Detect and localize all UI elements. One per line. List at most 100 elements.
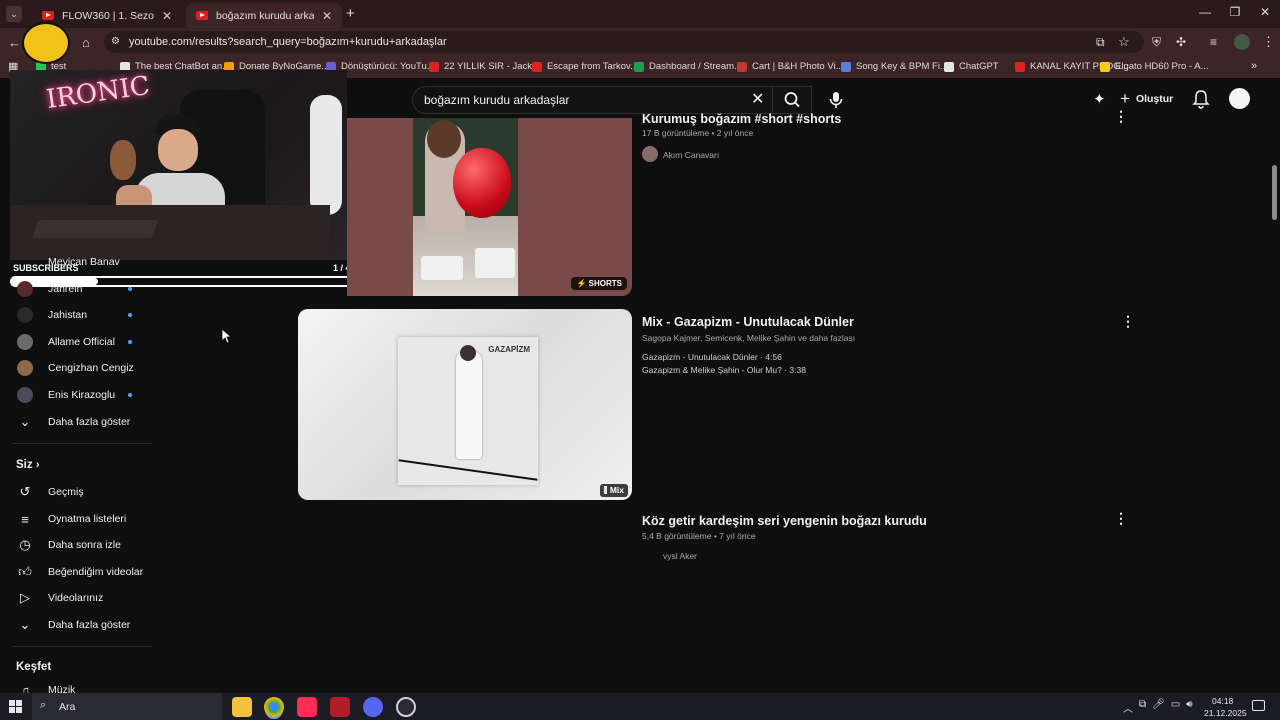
bookmark-item[interactable]: Song Key & BPM Fi... (841, 61, 948, 72)
home-button[interactable]: ⌂ (82, 35, 90, 50)
webcam-overlay: IRONIC (10, 70, 347, 260)
tray-overflow-icon[interactable]: ︿ (1123, 700, 1133, 715)
mix-badge: ⫼ Mix (599, 484, 628, 497)
clock-time[interactable]: 04:18 (1212, 696, 1233, 706)
mix-track-1[interactable]: Gazapizm - Unutulacak Dünler · 4:56 (642, 352, 782, 362)
sidebar-sub-cengizhan[interactable]: Cengizhan Cengiz (0, 355, 150, 381)
sidebar-item-label: Jahrein (48, 283, 83, 295)
more-actions-icon[interactable]: ⋮ (1121, 313, 1135, 330)
media-control-icon[interactable]: ≡ (1210, 35, 1217, 49)
bookmark-item[interactable]: Escape from Tarkov... (532, 61, 638, 72)
new-tab-button[interactable]: + (346, 5, 355, 22)
bookmark-label: ChatGPT (959, 61, 999, 72)
video-thumbnail-shorts[interactable]: ⚡ SHORTS (347, 118, 632, 296)
tab-search-button[interactable]: ⌄ (6, 6, 22, 22)
extensions-icon[interactable]: ✣ (1176, 35, 1186, 49)
sidebar-divider (12, 646, 152, 647)
page-scrollbar-thumb[interactable] (1272, 165, 1277, 220)
sidebar-item-label: Geçmiş (48, 486, 84, 498)
sidebar-sub-jahistan[interactable]: Jahistan (0, 302, 150, 328)
bookmark-label: Song Key & BPM Fi... (856, 61, 948, 72)
bookmark-label: Dönüştürücü: YouTu... (341, 61, 435, 72)
channel-avatar (17, 334, 33, 350)
sidebar-show-more-you[interactable]: ⌄ Daha fazla göster (0, 612, 150, 638)
restore-button[interactable]: ❐ (1220, 5, 1250, 19)
voicemeeter-icon[interactable] (330, 697, 350, 717)
sidebar-item-history[interactable]: ↺ Geçmiş (0, 479, 150, 505)
explore-section-title: Keşfet (16, 661, 52, 673)
sidebar-sub-allame[interactable]: Allame Official (0, 329, 150, 355)
channel-avatar (17, 360, 33, 376)
channel-avatar (17, 281, 33, 297)
album-cover-text: GAZAPİZM (488, 345, 530, 354)
tab-youtube-search[interactable]: boğazım kurudu arkadaşlar - YouTube ✕ (186, 3, 342, 28)
sidebar-item-liked[interactable]: 👍︎ Beğendiğim videolar (0, 559, 150, 585)
sidebar-item-your-videos[interactable]: ▷ Videolarınız (0, 585, 150, 611)
more-actions-icon[interactable]: ⋮ (1114, 108, 1128, 125)
diagonal-line (398, 459, 538, 481)
sidebar-item-watch-later[interactable]: ◷ Daha sonra izle (0, 532, 150, 558)
channel-name[interactable]: vysl Aker (663, 551, 697, 561)
obs-icon[interactable] (396, 697, 416, 717)
tray-icons[interactable]: ⧉🎤︎▭🔊︎ (1139, 699, 1199, 710)
clock-date[interactable]: 21.12.2025 (1204, 708, 1247, 718)
video-title-koz[interactable]: Köz getir kardeşim seri yengenin boğazı … (642, 514, 927, 528)
you-section-label: Siz (16, 459, 33, 471)
channel-avatar[interactable] (642, 146, 658, 162)
sidebar-sub-meyican[interactable]: Meyican Banav (0, 249, 150, 275)
clear-search-icon[interactable]: ✕ (751, 89, 764, 109)
bookmark-star-icon[interactable]: ☆ (1118, 34, 1130, 50)
windows-icon (9, 700, 22, 713)
sidebar-sub-jahrein[interactable]: Jahrein (0, 276, 150, 302)
sidebar-item-label: Jahistan (48, 309, 88, 321)
gemini-icon[interactable]: ✦ (1093, 90, 1106, 108)
bookmark-label: Dashboard / Stream... (649, 61, 742, 72)
voice-search-button[interactable] (826, 88, 846, 112)
chrome-menu-icon[interactable]: ⋮ (1262, 34, 1275, 50)
sidebar-item-label: Meyican Banav (48, 256, 120, 268)
you-section-title[interactable]: Siz › (16, 459, 40, 471)
site-info-icon[interactable]: ⚙ (111, 36, 120, 47)
shorts-badge: ⚡ SHORTS (571, 277, 627, 290)
video-title-shorts[interactable]: Kurumuş boğazım #short #shorts (642, 112, 841, 126)
bookmark-item[interactable]: Cart | B&H Photo Vi... (737, 61, 844, 72)
close-tab-icon[interactable]: ✕ (162, 9, 172, 23)
profile-avatar[interactable] (1234, 34, 1250, 50)
itunes-icon[interactable] (297, 697, 317, 717)
bookmark-item[interactable]: Dashboard / Stream... (634, 61, 742, 72)
video-thumbnail-mix[interactable]: GAZAPİZM ⫼ Mix (298, 309, 632, 500)
discord-icon[interactable] (363, 697, 383, 717)
notification-center-icon[interactable] (1252, 700, 1265, 711)
sidebar-sub-enis[interactable]: Enis Kirazoglu (0, 382, 150, 408)
channel-avatar (17, 387, 33, 403)
sidebar-item-playlists[interactable]: ≡ Oynatma listeleri (0, 506, 150, 532)
more-bookmarks-icon[interactable]: » (1251, 60, 1257, 72)
channel-name[interactable]: Akım Canavarı (663, 150, 719, 160)
bookmark-item[interactable]: Elgato HD60 Pro - A... (1100, 61, 1208, 72)
account-avatar[interactable] (1229, 88, 1250, 109)
video-title-mix[interactable]: Mix - Gazapizm - Unutulacak Dünler (642, 315, 854, 329)
create-button[interactable]: + Oluştur (1120, 88, 1173, 110)
notifications-button[interactable] (1192, 89, 1210, 114)
close-tab-icon[interactable]: ✕ (322, 9, 332, 23)
sidebar-show-more-subs[interactable]: ⌄ Daha fazla göster (0, 409, 150, 435)
back-button[interactable]: ← (8, 35, 21, 50)
chrome-icon[interactable] (264, 697, 284, 717)
microphone-icon (829, 92, 843, 108)
file-explorer-icon[interactable] (232, 697, 252, 717)
shield-icon[interactable]: ⛨ (1152, 35, 1161, 50)
sidebar-item-label: Videolarınız (48, 592, 104, 604)
install-app-icon[interactable]: ⧉ (1096, 35, 1105, 50)
sidebar-item-label: Daha fazla göster (48, 416, 131, 428)
search-button[interactable] (772, 86, 812, 114)
bookmark-item[interactable]: ChatGPT (944, 61, 999, 72)
search-icon: ⌕ (40, 699, 47, 711)
bookmark-item[interactable]: 22 YILLIK SIR - Jacki... (429, 61, 542, 72)
history-icon: ↺ (19, 484, 31, 499)
close-window-button[interactable]: ✕ (1250, 5, 1280, 19)
more-actions-icon[interactable]: ⋮ (1114, 510, 1128, 527)
start-button[interactable] (9, 700, 22, 713)
bookmark-favicon-icon (841, 61, 851, 72)
minimize-button[interactable]: — (1190, 5, 1220, 19)
mix-track-2[interactable]: Gazapizm & Melike Şahin - Olur Mu? · 3:3… (642, 365, 806, 375)
